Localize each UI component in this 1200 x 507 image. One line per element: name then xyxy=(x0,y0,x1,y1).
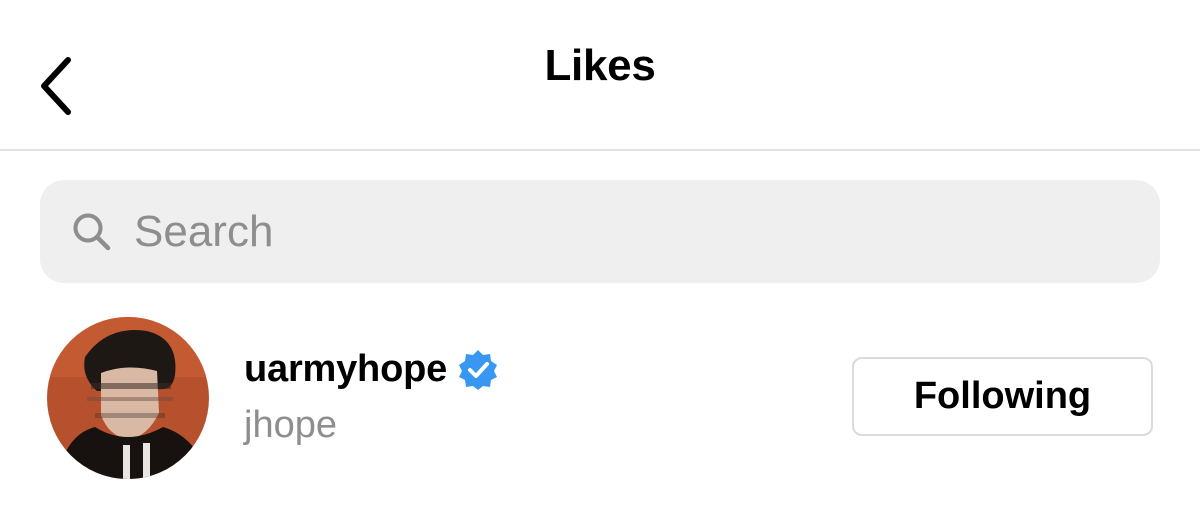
likes-screen: Likes Search uarmyhope jhope Following xyxy=(0,0,1200,507)
verified-badge-icon xyxy=(457,349,499,391)
header-bar: Likes xyxy=(0,0,1200,151)
page-title-text: Likes xyxy=(544,40,656,90)
username-line: uarmyhope xyxy=(244,348,499,391)
search-icon xyxy=(68,208,116,256)
search-input[interactable] xyxy=(134,201,1094,262)
full-name: jhope xyxy=(244,404,337,446)
avatar[interactable] xyxy=(47,317,209,479)
username[interactable]: uarmyhope xyxy=(244,348,447,391)
back-button[interactable] xyxy=(26,50,86,122)
chevron-left-icon xyxy=(41,57,71,115)
following-button[interactable]: Following xyxy=(852,357,1153,436)
list-item[interactable]: uarmyhope jhope Following xyxy=(0,312,1200,482)
page-title: Likes xyxy=(0,0,1200,151)
search-bar[interactable] xyxy=(40,180,1160,283)
